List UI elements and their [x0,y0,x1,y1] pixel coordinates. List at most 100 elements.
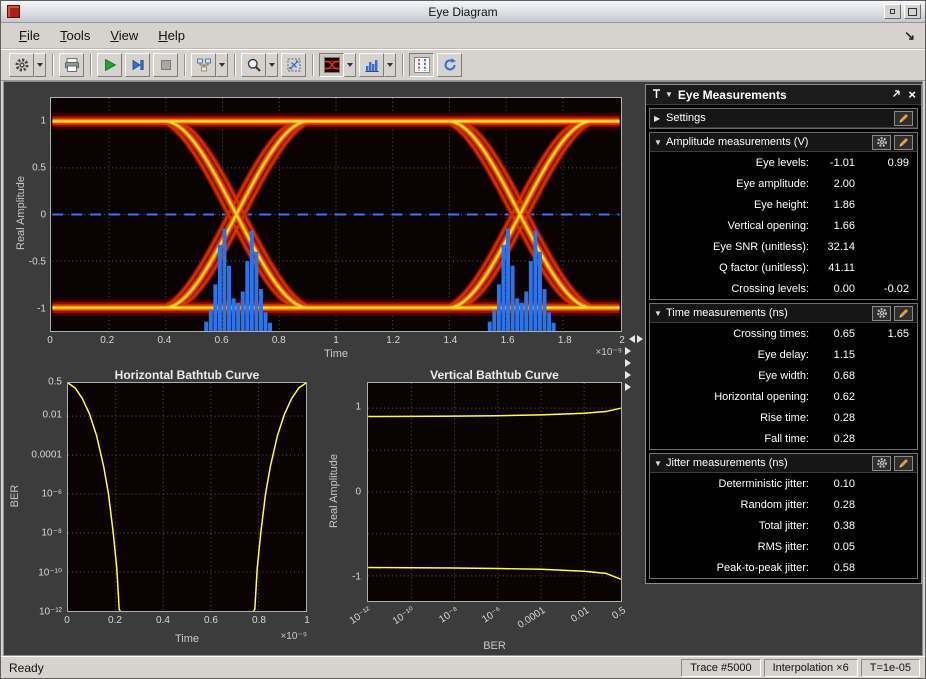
dock-arrow-icon[interactable]: ↘ [904,28,915,44]
run-button[interactable] [97,53,122,77]
toolbar-separator [90,54,92,76]
section-settings-button[interactable] [872,135,891,150]
collapse-arrow-icon[interactable]: ▼ [654,459,664,468]
eye-measurements-panel: ▼ Eye Measurements × ▶Settings ▼Amplitude… [645,84,922,584]
status-bar: Ready Trace #5000 Interpolation ×6 T=1e-… [1,656,925,678]
close-panel-icon[interactable]: × [908,88,916,101]
maximize-button[interactable] [904,4,921,19]
step-forward-button[interactable] [125,53,150,77]
section-edit-button[interactable] [894,306,913,321]
vbathtub-plot[interactable] [367,382,622,602]
step-forward-icon [130,57,146,73]
processing-options-icon [196,57,212,73]
cursors-button[interactable] [409,53,434,77]
measurement-row: Crossing levels:0.00-0.02 [650,278,917,299]
expand-right-icon[interactable] [625,371,635,379]
tick-label: -0.5 [29,256,46,267]
eye-diagram-icon [324,57,340,73]
settings-dropdown-caret[interactable] [34,53,46,77]
tick-label: 0.0001 [516,605,548,631]
maximize-icon [908,8,917,16]
tick-label: 1.6 [501,335,515,346]
undock-panel-icon[interactable] [891,86,902,104]
pin-panel-icon[interactable] [651,86,662,104]
measurement-value: 1.86 [809,199,855,211]
stop-button[interactable] [153,53,178,77]
panel-section-amplitude: ▼Amplitude measurements (V)Eye levels:-1… [649,132,918,300]
fit-to-view-button[interactable] [281,53,306,77]
section-edit-button[interactable] [894,135,913,150]
menu-help[interactable]: Help [148,24,195,47]
plot-area: Real Amplitude 10.50-0.5-1 00.20.40.60.8… [3,81,923,656]
tick-label: 0.8 [272,335,286,346]
panel-splitter-arrows[interactable] [625,335,647,391]
section-header-amplitude[interactable]: ▼Amplitude measurements (V) [650,133,917,152]
eye-diagram-display-button[interactable] [319,53,344,77]
measurement-row: Eye SNR (unitless):32.14 [650,236,917,257]
tick-label: 2 [619,335,625,346]
expand-arrow-icon[interactable]: ▶ [654,114,664,123]
measurement-label: Eye delay: [650,349,809,361]
zoom-dropdown-caret[interactable] [266,53,278,77]
histogram-display-button[interactable] [359,53,384,77]
measurement-value: 0.28 [809,412,855,424]
measurement-label: RMS jitter: [650,541,809,553]
measurement-value: 1.15 [809,349,855,361]
tick-label: 0.5 [610,605,628,622]
measurement-row: Peak-to-peak jitter:0.58 [650,557,917,578]
menu-tools[interactable]: Tools [50,24,100,47]
update-display-button[interactable] [437,53,462,77]
eye-diagram-display-caret[interactable] [344,53,356,77]
measurement-value: 0.68 [809,370,855,382]
tick-label: -1 [37,303,46,314]
eye-diagram-plot[interactable] [50,97,622,332]
section-header-jitter[interactable]: ▼Jitter measurements (ns) [650,454,917,473]
menu-view[interactable]: View [100,24,148,47]
tick-label: 0.6 [215,335,229,346]
title-bar[interactable]: Eye Diagram [1,1,925,23]
expand-left-icon[interactable] [625,335,635,343]
section-header-settings[interactable]: ▶Settings [650,109,917,128]
measurement-label: Eye width: [650,370,809,382]
collapse-arrow-icon[interactable]: ▼ [654,309,664,318]
zoom-button[interactable] [241,53,266,77]
measurement-value-2: 0.99 [855,157,909,169]
minimize-button[interactable] [884,4,901,19]
processing-options-caret[interactable] [216,53,228,77]
measurement-value: 0.62 [809,391,855,403]
processing-options-button[interactable] [191,53,216,77]
histogram-display-caret[interactable] [384,53,396,77]
expand-right-icon[interactable] [625,359,635,367]
tick-label: 1.8 [558,335,572,346]
toolbar [1,49,925,81]
tick-label: 0 [40,209,46,220]
settings-button[interactable] [9,53,34,77]
hbathtub-plot[interactable] [67,382,307,612]
section-edit-button[interactable] [894,456,913,471]
measurement-value: 0.00 [809,283,855,295]
tick-label: 10⁻¹⁰ [391,605,417,627]
expand-right-icon[interactable] [625,347,635,355]
status-trace-count: Trace #5000 [681,659,760,677]
collapse-arrow-icon[interactable]: ▼ [654,138,664,147]
print-button[interactable] [59,53,84,77]
minimize-icon [890,9,895,14]
panel-collapse-icon[interactable]: ▼ [665,90,673,99]
status-message: Ready [9,661,44,675]
ber-curve-right [254,383,306,611]
window-title: Eye Diagram [1,5,925,19]
section-settings-button[interactable] [872,306,891,321]
measurement-value: 1.66 [809,220,855,232]
panel-header[interactable]: ▼ Eye Measurements × [646,85,921,105]
hbathtub-x-exponent: ×10⁻⁹ [67,631,307,642]
section-settings-button[interactable] [872,456,891,471]
measurement-row: Eye amplitude:2.00 [650,173,917,194]
amplitude-curve-lower [368,568,621,580]
section-header-time[interactable]: ▼Time measurements (ns) [650,304,917,323]
section-edit-button[interactable] [894,111,913,126]
ber-curve-left [68,383,120,611]
menu-file[interactable]: File [9,24,50,47]
tick-label: 10⁻¹⁰ [38,567,62,578]
expand-right-icon[interactable] [625,383,635,391]
measurement-label: Crossing levels: [650,283,809,295]
